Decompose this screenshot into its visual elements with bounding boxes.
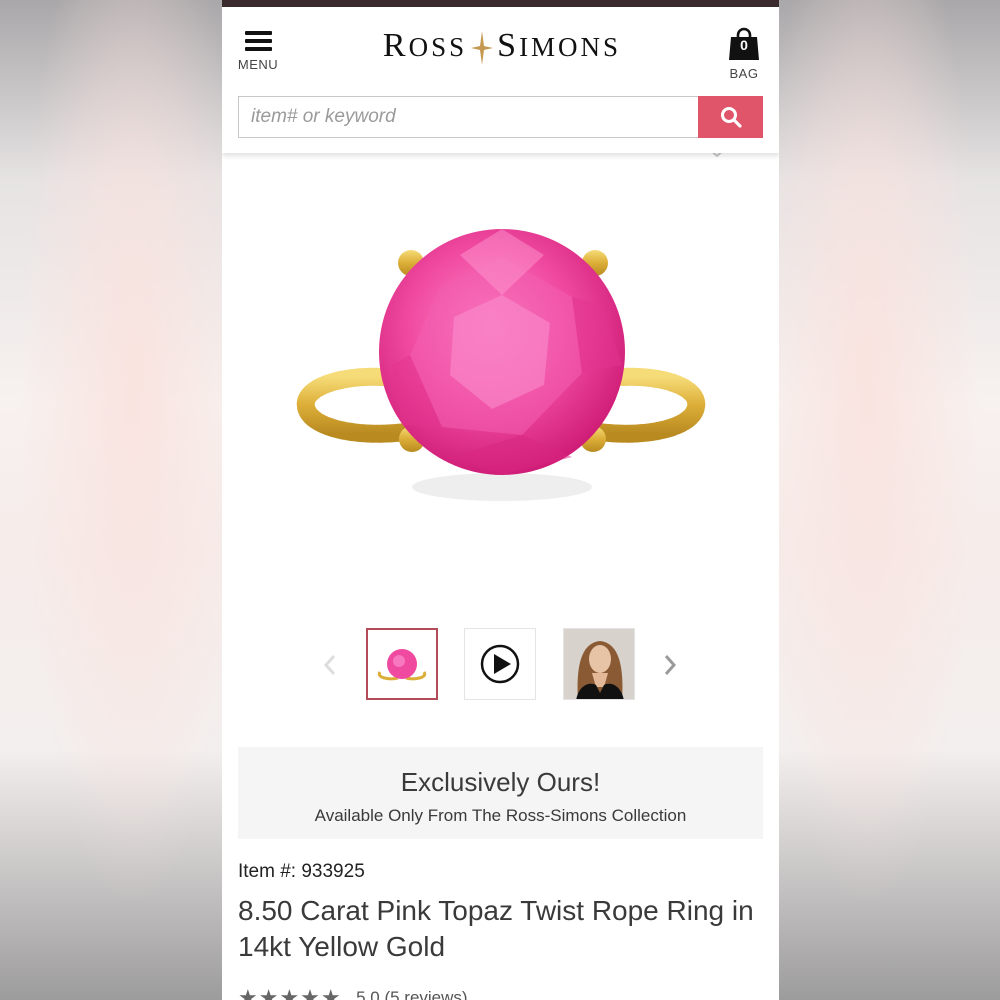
- product-title: 8.50 Carat Pink Topaz Twist Rope Ring in…: [238, 895, 754, 962]
- top-strip: [222, 0, 779, 7]
- thumbnail-image[interactable]: [366, 628, 438, 700]
- bag-label: BAG: [729, 66, 759, 81]
- search-bar: [238, 96, 763, 138]
- product-image[interactable]: [282, 195, 722, 545]
- logo-right-initial: S: [497, 27, 520, 64]
- bag-button[interactable]: 0 BAG: [724, 27, 764, 85]
- thumbnail-video[interactable]: [464, 628, 536, 700]
- mobile-page: MENU ROSS SIMONS 0 BAG item# or keyword …: [222, 0, 779, 1000]
- logo-left-rest: OSS: [408, 32, 468, 62]
- background-left: [0, 0, 222, 1000]
- site-header: MENU ROSS SIMONS 0 BAG: [222, 7, 779, 153]
- search-button[interactable]: [698, 96, 763, 138]
- bag-icon: 0: [728, 27, 760, 61]
- exclusive-subtitle: Available Only From The Ross-Simons Coll…: [314, 806, 687, 825]
- ring-thumbnail: [377, 649, 427, 681]
- item-number: Item #: 933925: [238, 861, 365, 882]
- reviews-link[interactable]: (5 reviews): [384, 988, 467, 1000]
- search-input[interactable]: [238, 96, 698, 138]
- video-thumbnail: [480, 644, 520, 684]
- star-icon: ★★★★★: [238, 985, 342, 1000]
- menu-button[interactable]: MENU: [236, 29, 280, 79]
- logo-left-initial: R: [382, 27, 409, 64]
- chevron-right-icon[interactable]: [660, 650, 680, 680]
- logo-right-rest: IMONS: [519, 32, 622, 62]
- model-photo: [564, 629, 634, 699]
- search-icon: [720, 107, 742, 128]
- exclusive-banner: Exclusively Ours! Available Only From Th…: [238, 747, 763, 839]
- rating-text: 5.0 (5 reviews): [356, 988, 468, 1000]
- image-gallery: [222, 628, 779, 704]
- background-right: [779, 0, 1000, 1000]
- ross-simons-logo[interactable]: ROSS SIMONS: [342, 27, 662, 67]
- thumbnail-model[interactable]: [563, 628, 635, 700]
- bag-count: 0: [740, 37, 748, 53]
- logo-star-icon: [471, 31, 494, 66]
- rating-value: 5.0: [356, 988, 380, 1000]
- product-rating[interactable]: ★★★★★ 5.0 (5 reviews): [238, 985, 468, 1000]
- hamburger-icon: [244, 31, 272, 51]
- chevron-left-icon[interactable]: [320, 650, 340, 680]
- exclusive-title: Exclusively Ours!: [400, 767, 601, 797]
- menu-label: MENU: [237, 57, 279, 72]
